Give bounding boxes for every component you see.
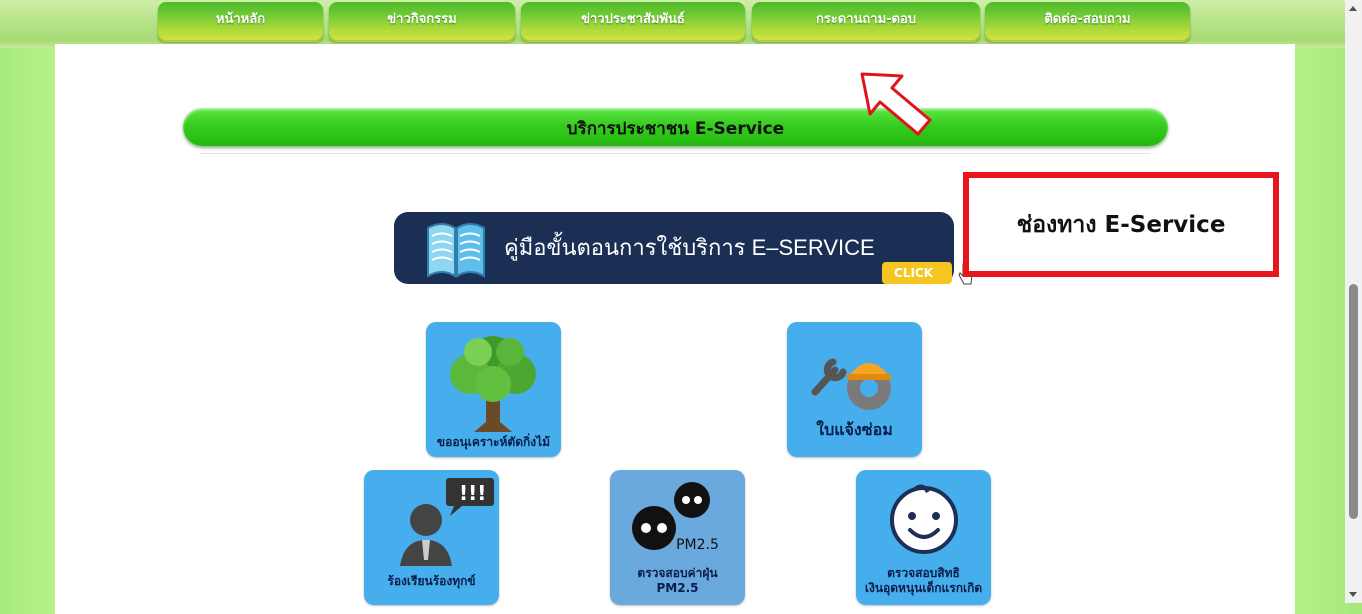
scroll-thumb[interactable] xyxy=(1349,284,1358,519)
service-title: บริการประชาชน E-Service xyxy=(566,119,785,139)
tile-label-sub: เงินอุดหนุนเด็กแรกเกิด xyxy=(864,581,983,595)
callout-text: ช่องทาง E-Service xyxy=(1016,212,1226,238)
nav-pr-news[interactable]: ข่าวประชาสัมพันธ์ xyxy=(521,2,745,42)
vertical-scrollbar[interactable] xyxy=(1345,0,1362,603)
top-header-strip: หน้าหลัก ข่าวกิจกรรม ข่าวประชาสัมพันธ์ ก… xyxy=(0,0,1345,48)
tile-newborn-subsidy[interactable]: ตรวจสอบสิทธิ เงินอุดหนุนเด็กแรกเกิด xyxy=(856,470,991,605)
tile-label: ร้องเรียนร้องทุกข์ xyxy=(387,574,476,588)
tile-label: ตรวจสอบค่าฝุ่น xyxy=(637,566,718,580)
nav-contact[interactable]: ติดต่อ-สอบถาม xyxy=(985,2,1190,42)
nav-qa-board[interactable]: กระดานถาม-ตอบ xyxy=(752,2,980,42)
service-header-bar: บริการประชาชน E-Service xyxy=(183,108,1168,146)
divider xyxy=(200,153,1150,154)
open-book-icon xyxy=(427,223,485,278)
tile-label: ใบแจ้งซ่อม xyxy=(816,420,893,439)
pm-badge: PM2.5 xyxy=(676,537,719,553)
tile-label: ตรวจสอบสิทธิ xyxy=(887,566,960,580)
svg-text:!!!: !!! xyxy=(459,481,486,505)
guide-banner[interactable]: คู่มือขั้นตอนการใช้บริการ E–SERVICE CLIC… xyxy=(394,212,954,284)
tile-complaint[interactable]: !!! ร้องเรียนร้องทุกข์ xyxy=(364,470,499,605)
tile-repair-request[interactable]: ใบแจ้งซ่อม xyxy=(787,322,922,457)
scroll-down-icon[interactable] xyxy=(1349,592,1357,597)
nav-activity-news[interactable]: ข่าวกิจกรรม xyxy=(329,2,515,42)
scroll-up-icon[interactable] xyxy=(1349,6,1357,11)
nav-home[interactable]: หน้าหลัก xyxy=(158,2,323,42)
tile-label-sub: PM2.5 xyxy=(656,581,699,595)
tile-label: ขออนุเคราะห์ตัดกิ่งไม้ xyxy=(436,435,551,449)
eservice-callout: ช่องทาง E-Service xyxy=(963,172,1279,277)
guide-banner-text: คู่มือขั้นตอนการใช้บริการ E–SERVICE xyxy=(504,235,875,260)
tile-tree-trimming[interactable]: ขออนุเคราะห์ตัดกิ่งไม้ xyxy=(426,322,561,457)
red-arrow-icon xyxy=(860,72,932,136)
tile-pm25-check[interactable]: PM2.5 ตรวจสอบค่าฝุ่น PM2.5 xyxy=(610,470,745,605)
click-badge[interactable]: CLICK xyxy=(882,262,952,284)
